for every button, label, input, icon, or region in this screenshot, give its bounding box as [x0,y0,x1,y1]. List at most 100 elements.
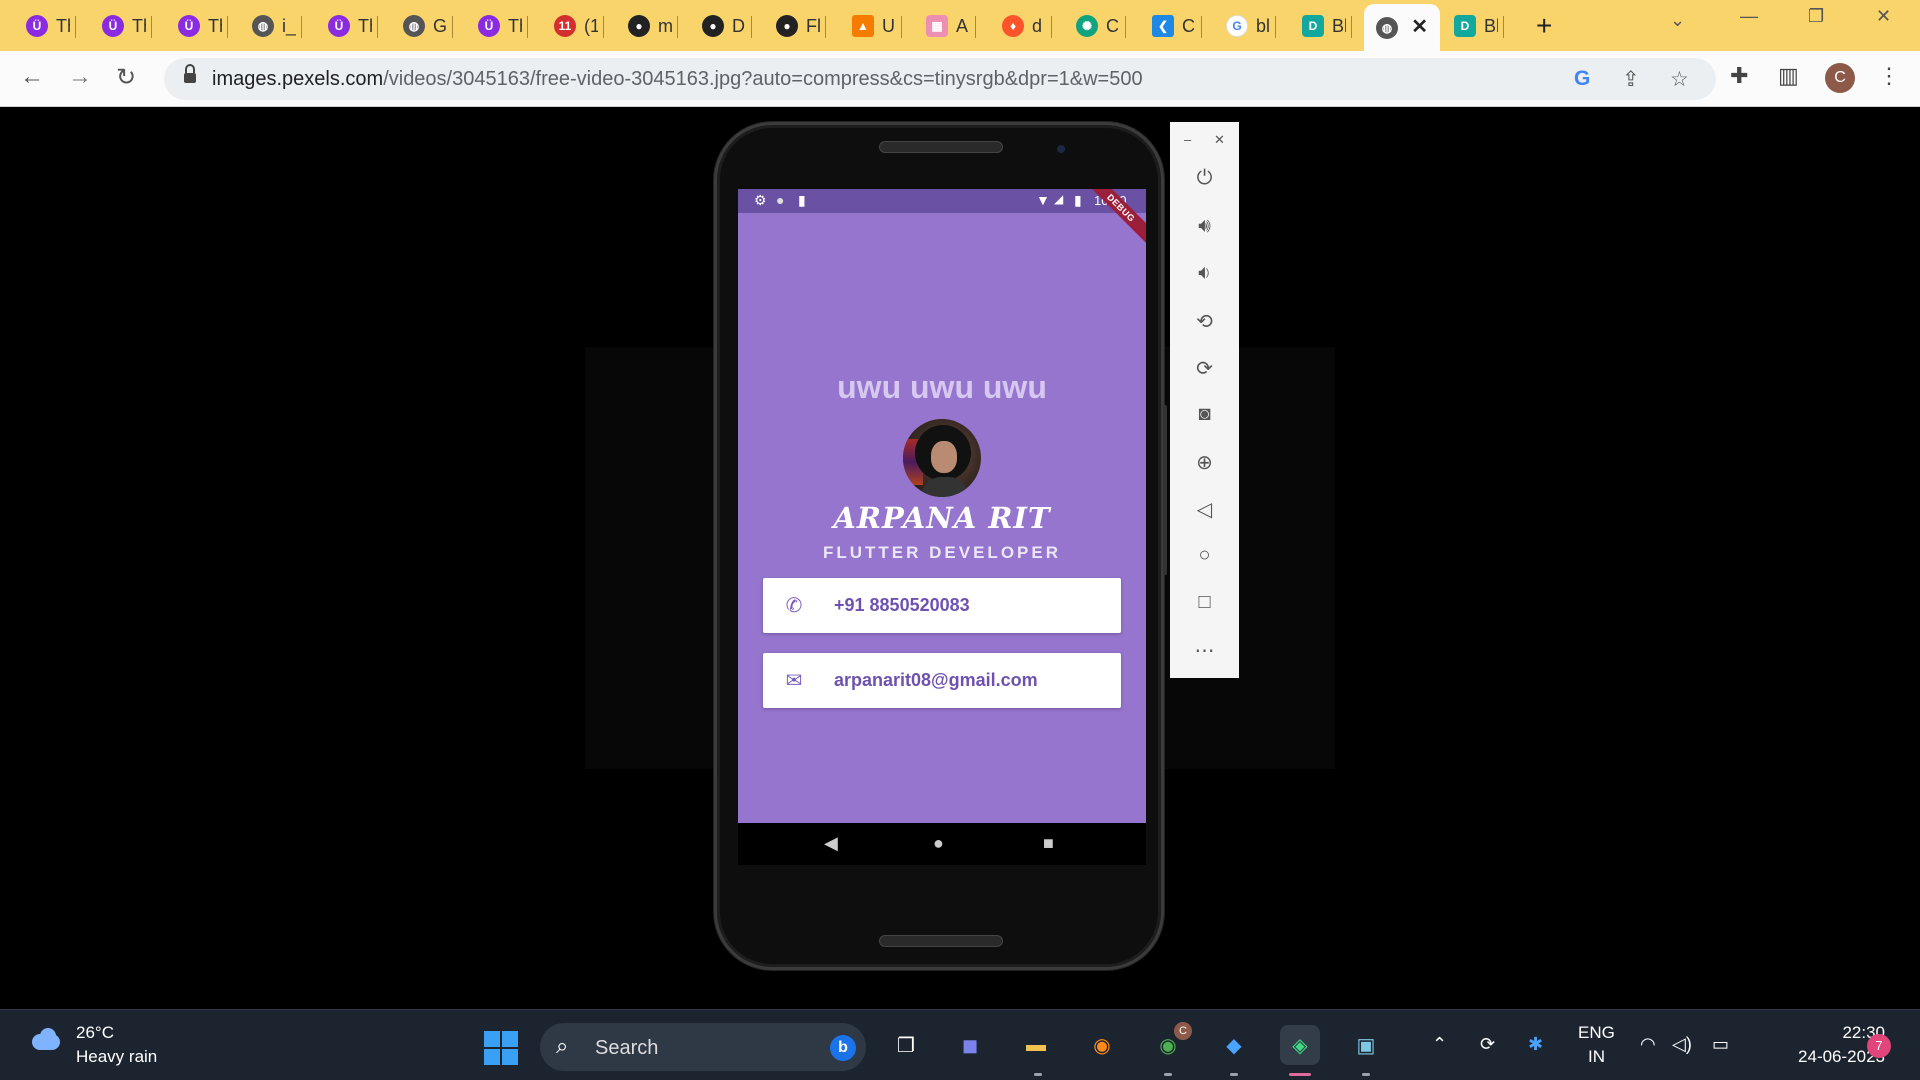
notification-badge[interactable]: 7 [1867,1034,1891,1058]
tab-title: Cl [1106,15,1120,36]
tab-separator [301,16,302,38]
tab[interactable]: ● m [616,6,678,46]
clock-date[interactable]: 24-06-2023 [1760,1047,1885,1067]
bluetooth-icon[interactable]: ✱ [1528,1034,1543,1055]
tab[interactable]: Ü Th [466,6,528,46]
menu-kebab-icon[interactable]: ⋮ [1878,63,1900,89]
tab-title: D [732,15,745,36]
camera-screenshot-icon[interactable]: ◙ [1170,403,1239,426]
android-studio-icon[interactable]: ◈ [1280,1025,1320,1065]
close-window-icon[interactable]: ✕ [1876,6,1891,27]
chevron-up-icon[interactable]: ⌃ [1432,1034,1447,1055]
file-explorer-icon[interactable]: ▬ [1016,1025,1056,1065]
tab[interactable]: 11 (1 [542,6,604,46]
wifi-icon[interactable]: ◠ [1640,1034,1656,1055]
weather-description[interactable]: Heavy rain [76,1047,157,1067]
home-icon[interactable]: ○ [1170,544,1239,567]
bookmark-star-icon[interactable]: ☆ [1670,67,1689,92]
tab-search-icon[interactable]: ⌄ [1670,10,1685,31]
tab[interactable]: ♦ d [990,6,1052,46]
share-icon[interactable]: ⇪ [1622,67,1640,92]
task-view-icon[interactable]: ❐ [886,1025,926,1065]
tab[interactable]: D Bl [1290,6,1352,46]
tab[interactable]: ▦ A [914,6,976,46]
more-icon[interactable]: ⋯ [1170,638,1239,663]
extensions-icon[interactable]: ✚ [1730,63,1748,89]
rotate-left-icon[interactable]: ⟲ [1170,309,1239,334]
volume-up-icon[interactable]: 🔊︎ [1170,215,1239,238]
tab[interactable]: ▲ U [840,6,902,46]
brave-browser-icon[interactable]: ◉ [1082,1025,1122,1065]
sd-card-icon: ▮ [798,192,806,208]
udemy-icon: Ü [102,15,124,37]
emulator-minimize-icon[interactable]: – [1184,132,1191,147]
emulator-close-icon[interactable]: ✕ [1214,132,1225,148]
app-icon[interactable]: ◆ [1214,1025,1254,1065]
close-tab-icon[interactable]: ✕ [1411,14,1428,39]
nav-back-icon[interactable]: ◀ [824,833,838,854]
minimize-icon[interactable]: — [1740,6,1758,27]
tab-separator [377,16,378,38]
photos-icon[interactable]: ▣ [1346,1025,1386,1065]
tab[interactable]: ● Fl [764,6,826,46]
tab[interactable]: Ü Th [90,6,152,46]
forward-arrow-icon[interactable]: → [68,63,92,91]
windows-start-icon[interactable] [484,1031,518,1065]
phone-icon: ✆ [785,594,803,617]
back-icon[interactable]: ◁ [1170,497,1239,522]
chrome-profile-badge: C [1174,1022,1192,1040]
address-bar[interactable]: images.pexels.com/videos/3045163/free-vi… [164,58,1716,100]
weather-temperature[interactable]: 26°C [76,1023,114,1043]
profile-avatar[interactable]: C [1825,63,1855,93]
sync-icon[interactable]: ⟳ [1480,1034,1495,1055]
tab-separator [751,16,752,38]
tab-title: Th [208,15,222,36]
speaker-icon[interactable]: ◁) [1672,1034,1692,1055]
overview-icon[interactable]: □ [1170,591,1239,614]
tab-title: Fl [806,15,820,36]
tab-active[interactable]: ◍ ✕ [1364,4,1440,51]
side-panel-icon[interactable]: ▥ [1778,63,1799,89]
bing-icon[interactable]: b [830,1035,856,1061]
phone-card[interactable]: ✆ +91 8850520083 [763,578,1121,633]
globe-icon: ◍ [252,15,274,37]
power-icon[interactable]: ⏻ [1170,167,1239,190]
phone-emulator: ⚙ ● ▮ ▼ ◢ ▮ 10:30 DEBUG uwu uwu uwu ARPA… [714,122,1167,970]
phone-number: +91 8850520083 [834,595,970,615]
tab[interactable]: Ü Th [166,6,228,46]
nav-recents-icon[interactable]: ■ [1043,833,1054,854]
email-card[interactable]: ✉ arpanarit08@gmail.com [763,653,1121,708]
new-tab-button[interactable]: + [1536,10,1552,42]
restore-icon[interactable]: ❐ [1808,6,1824,27]
tab[interactable]: G bl [1214,6,1276,46]
reload-icon[interactable]: ↻ [116,63,136,92]
google-lens-icon[interactable]: G [1574,67,1590,91]
nav-home-icon[interactable]: ● [933,833,944,854]
notification-icon: 11 [554,15,576,37]
battery-icon[interactable]: ▭ [1712,1034,1729,1055]
tab-title: U [882,15,895,36]
weather-rain-icon[interactable] [28,1028,64,1058]
front-camera [1057,145,1065,153]
tab[interactable]: Ü Th [316,6,378,46]
zoom-icon[interactable]: ⊕ [1170,450,1239,475]
taskbar-search[interactable]: ⌕ Search b [540,1023,866,1071]
language-code[interactable]: ENG [1578,1023,1615,1043]
language-region[interactable]: IN [1588,1047,1605,1067]
rotate-right-icon[interactable]: ⟳ [1170,356,1239,381]
back-arrow-icon[interactable]: ← [20,63,44,91]
tab-title: G [433,15,447,36]
teams-chat-icon[interactable]: ◼ [950,1025,990,1065]
tab[interactable]: Ü Th [14,6,76,46]
tab[interactable]: ✺ Cl [1064,6,1126,46]
tab[interactable]: D Bl [1442,6,1504,46]
active-indicator [1289,1073,1311,1076]
tab[interactable]: ◍ G [391,6,453,46]
lock-icon[interactable] [184,64,196,83]
tab[interactable]: ◍ i_ [240,6,302,46]
tab[interactable]: ● D [690,6,752,46]
url-host: images.pexels.com [212,68,384,90]
volume-down-icon[interactable]: 🔉︎ [1170,262,1239,285]
url-text[interactable]: images.pexels.com/videos/3045163/free-vi… [212,68,1143,91]
tab[interactable]: ❮ C [1140,6,1202,46]
